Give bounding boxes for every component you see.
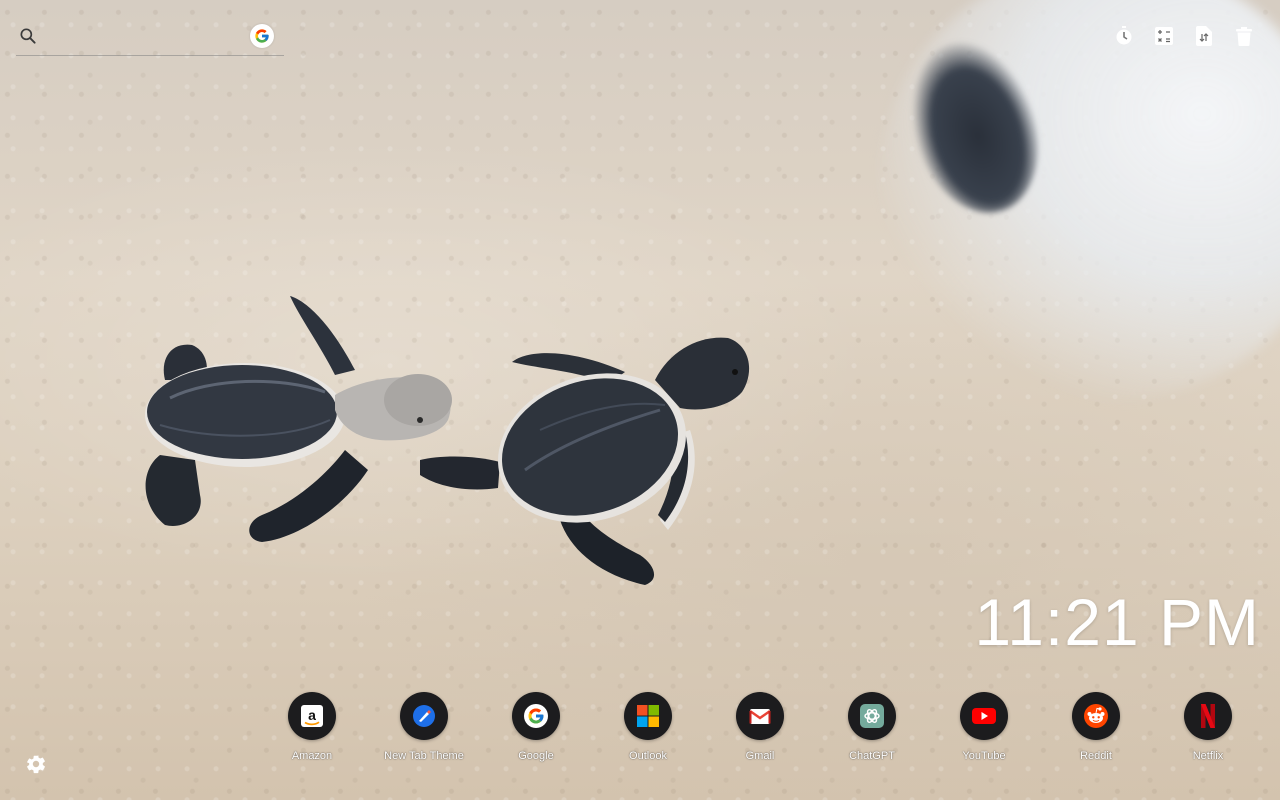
calculator-icon[interactable] <box>1154 24 1174 48</box>
google-icon[interactable] <box>512 692 560 740</box>
top-toolbar <box>1114 24 1254 48</box>
shortcut-label: Outlook <box>629 750 667 762</box>
new-tab-theme-icon[interactable] <box>400 692 448 740</box>
svg-text:a: a <box>308 707 316 723</box>
google-icon[interactable] <box>250 24 274 48</box>
reddit-icon[interactable] <box>1072 692 1120 740</box>
search-input[interactable] <box>44 24 258 50</box>
shortcut-youtube[interactable]: YouTube <box>928 692 1040 762</box>
trash-icon[interactable] <box>1234 24 1254 48</box>
gear-icon[interactable] <box>25 753 47 775</box>
shortcut-label: Google <box>518 750 554 762</box>
shortcut-dock: a Amazon New Tab Theme Google Outlook Gm… <box>256 692 1264 762</box>
shortcut-reddit[interactable]: Reddit <box>1040 692 1152 762</box>
search-bar <box>16 22 284 56</box>
shortcut-label: Netflix <box>1192 750 1224 762</box>
microsoft-icon[interactable] <box>624 692 672 740</box>
clock-time: 11:21 PM <box>974 585 1260 659</box>
shortcut-label: YouTube <box>962 750 1006 762</box>
file-transfer-icon[interactable] <box>1194 24 1214 48</box>
gmail-icon[interactable] <box>736 692 784 740</box>
turtles-illustration <box>145 296 750 585</box>
wallpaper-background <box>0 0 1280 800</box>
shortcut-label: Gmail <box>745 750 775 762</box>
netflix-icon[interactable] <box>1184 692 1232 740</box>
shortcut-new-tab-theme[interactable]: New Tab Theme <box>368 692 480 762</box>
turtle-left <box>145 296 452 542</box>
shortcut-netflix[interactable]: Netflix <box>1152 692 1264 762</box>
shortcut-label: Amazon <box>291 750 333 762</box>
shortcut-amazon[interactable]: a Amazon <box>256 692 368 762</box>
shortcut-chatgpt[interactable]: ChatGPT <box>816 692 928 762</box>
shortcut-label: ChatGPT <box>849 750 895 762</box>
shortcut-label: New Tab Theme <box>384 750 464 762</box>
shortcut-outlook[interactable]: Outlook <box>592 692 704 762</box>
shortcut-gmail[interactable]: Gmail <box>704 692 816 762</box>
shortcut-label: Reddit <box>1080 750 1112 762</box>
shortcut-google[interactable]: Google <box>480 692 592 762</box>
youtube-icon[interactable] <box>960 692 1008 740</box>
turtle-right <box>420 337 750 585</box>
timer-icon[interactable] <box>1114 24 1134 48</box>
search-icon[interactable] <box>18 26 38 46</box>
amazon-icon[interactable]: a <box>288 692 336 740</box>
chatgpt-icon[interactable] <box>848 692 896 740</box>
